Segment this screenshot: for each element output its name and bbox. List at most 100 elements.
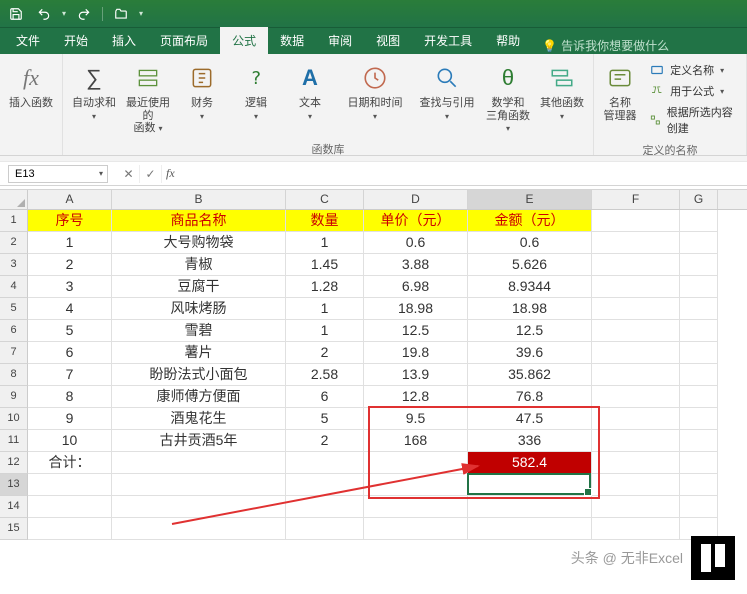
more-functions-button[interactable]: 其他函数▾	[537, 58, 587, 126]
cell[interactable]: 酒鬼花生	[112, 408, 286, 430]
cell[interactable]	[364, 518, 468, 540]
cell[interactable]: 2.58	[286, 364, 364, 386]
cell[interactable]	[112, 518, 286, 540]
cell[interactable]: 9.5	[364, 408, 468, 430]
cell[interactable]: 6	[28, 342, 112, 364]
cell[interactable]: 2	[286, 430, 364, 452]
cell[interactable]: 5.626	[468, 254, 592, 276]
row-header[interactable]: 7	[0, 342, 28, 364]
cell[interactable]: 168	[364, 430, 468, 452]
row-header[interactable]: 12	[0, 452, 28, 474]
define-name-button[interactable]: 定义名称 ▾	[648, 61, 736, 79]
cell[interactable]: 单价（元）	[364, 210, 468, 232]
tab-review[interactable]: 审阅	[316, 27, 364, 54]
cell[interactable]	[680, 276, 718, 298]
tab-formulas[interactable]: 公式	[220, 27, 268, 54]
tell-me[interactable]: 💡 告诉我你想要做什么	[532, 37, 669, 54]
column-header[interactable]: F	[592, 190, 680, 209]
cell[interactable]: 19.8	[364, 342, 468, 364]
cell[interactable]: 0.6	[468, 232, 592, 254]
cell[interactable]	[112, 452, 286, 474]
cell[interactable]: 合计：	[28, 452, 112, 474]
cell[interactable]	[680, 298, 718, 320]
cell[interactable]	[592, 254, 680, 276]
open-icon[interactable]	[111, 4, 131, 24]
cell[interactable]	[592, 298, 680, 320]
tab-view[interactable]: 视图	[364, 27, 412, 54]
cell[interactable]	[680, 320, 718, 342]
cell[interactable]: 12.5	[468, 320, 592, 342]
cell[interactable]	[112, 496, 286, 518]
row-header[interactable]: 6	[0, 320, 28, 342]
name-manager-button[interactable]: 名称 管理器	[600, 58, 640, 126]
cell[interactable]	[592, 474, 680, 496]
cell[interactable]: 9	[28, 408, 112, 430]
cell[interactable]	[680, 342, 718, 364]
cell[interactable]	[680, 232, 718, 254]
cell[interactable]: 6	[286, 386, 364, 408]
cell[interactable]: 582.4	[468, 452, 592, 474]
financial-button[interactable]: 财务▾	[177, 58, 227, 126]
cell[interactable]: 2	[28, 254, 112, 276]
cell[interactable]: 商品名称	[112, 210, 286, 232]
cell[interactable]: 5	[286, 408, 364, 430]
cell[interactable]	[286, 474, 364, 496]
cell[interactable]	[592, 364, 680, 386]
cell[interactable]	[680, 430, 718, 452]
cell[interactable]: 数量	[286, 210, 364, 232]
cell[interactable]: 薯片	[112, 342, 286, 364]
tab-home[interactable]: 开始	[52, 27, 100, 54]
row-header[interactable]: 14	[0, 496, 28, 518]
cell[interactable]	[364, 474, 468, 496]
cell[interactable]: 1	[286, 298, 364, 320]
tab-file[interactable]: 文件	[4, 27, 52, 54]
cell[interactable]	[592, 452, 680, 474]
tab-insert[interactable]: 插入	[100, 27, 148, 54]
cell[interactable]: 39.6	[468, 342, 592, 364]
cell[interactable]	[286, 496, 364, 518]
row-header[interactable]: 8	[0, 364, 28, 386]
column-header[interactable]: C	[286, 190, 364, 209]
create-from-selection-button[interactable]: 根据所选内容创建	[648, 103, 736, 137]
undo-icon[interactable]	[34, 4, 54, 24]
formula-input[interactable]	[179, 165, 747, 183]
cell[interactable]	[592, 496, 680, 518]
cell[interactable]: 康师傅方便面	[112, 386, 286, 408]
row-header[interactable]: 3	[0, 254, 28, 276]
row-header[interactable]: 11	[0, 430, 28, 452]
cell[interactable]: 13.9	[364, 364, 468, 386]
redo-icon[interactable]	[74, 4, 94, 24]
recent-functions-button[interactable]: 最近使用的 函数 ▾	[123, 58, 173, 139]
cell[interactable]: 6.98	[364, 276, 468, 298]
cell[interactable]: 1	[28, 232, 112, 254]
insert-function-button[interactable]: fx 插入函数	[6, 58, 56, 114]
cell[interactable]: 8	[28, 386, 112, 408]
row-header[interactable]: 1	[0, 210, 28, 232]
cell[interactable]	[286, 452, 364, 474]
autosum-button[interactable]: ∑ 自动求和▾	[69, 58, 119, 126]
column-header[interactable]: D	[364, 190, 468, 209]
cell[interactable]: 1	[286, 232, 364, 254]
enter-formula-icon[interactable]: ✓	[140, 165, 162, 183]
math-button[interactable]: θ 数学和 三角函数 ▾	[483, 58, 533, 139]
lookup-button[interactable]: 查找与引用▾	[415, 58, 479, 126]
cell[interactable]	[28, 496, 112, 518]
cell[interactable]: 2	[286, 342, 364, 364]
cell[interactable]	[28, 518, 112, 540]
row-header[interactable]: 2	[0, 232, 28, 254]
cell[interactable]	[680, 474, 718, 496]
use-in-formula-button[interactable]: 用于公式 ▾	[648, 82, 736, 100]
cell[interactable]: 金额（元）	[468, 210, 592, 232]
row-header[interactable]: 5	[0, 298, 28, 320]
cell[interactable]: 7	[28, 364, 112, 386]
cell[interactable]: 47.5	[468, 408, 592, 430]
cell[interactable]	[286, 518, 364, 540]
cell[interactable]: 古井贡酒5年	[112, 430, 286, 452]
cell[interactable]	[680, 364, 718, 386]
cell[interactable]	[112, 474, 286, 496]
cell[interactable]	[680, 254, 718, 276]
cell[interactable]	[680, 496, 718, 518]
name-box[interactable]: E13 ▾	[8, 165, 108, 183]
cancel-formula-icon[interactable]: ✕	[118, 165, 140, 183]
tab-layout[interactable]: 页面布局	[148, 27, 220, 54]
